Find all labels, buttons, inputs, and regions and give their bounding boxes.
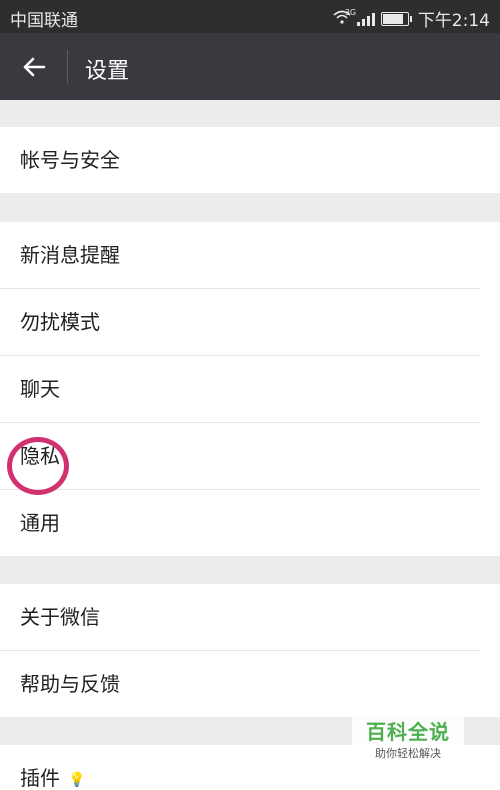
plugins-label: 插件 (20, 766, 60, 790)
back-arrow-icon[interactable] (16, 50, 52, 84)
app-bar: 设置 (0, 33, 500, 100)
page-title: 设置 (85, 59, 130, 84)
settings-item-general[interactable]: 通用 (0, 490, 480, 556)
status-time: 下午2:14 (417, 11, 490, 31)
battery-icon (380, 11, 412, 26)
settings-item-notifications[interactable]: 新消息提醒 (0, 222, 480, 289)
settings-group-account: 帐号与安全 (0, 127, 500, 193)
settings-item-do-not-disturb[interactable]: 勿扰模式 (0, 289, 480, 356)
status-icons: 3G 下午2:14 (333, 6, 490, 31)
settings-item-chats[interactable]: 聊天 (0, 356, 480, 423)
watermark-title: 百科全说 (366, 720, 450, 744)
settings-item-account-security[interactable]: 帐号与安全 (0, 127, 480, 193)
status-bar: 中国联通 3G 下午2:14 (0, 0, 500, 33)
lightbulb-icon: 💡 (68, 771, 86, 788)
watermark-subtitle: 助你轻松解决 (375, 747, 441, 760)
settings-group-main: 新消息提醒 勿扰模式 聊天 隐私 通用 (0, 222, 500, 556)
carrier-name: 中国联通 (10, 11, 78, 31)
settings-item-privacy[interactable]: 隐私 (0, 423, 480, 490)
watermark: 百科全说 助你轻松解决 (352, 714, 464, 763)
battery-fill (382, 13, 403, 24)
cell-signal-icon: 3G (345, 8, 375, 26)
settings-item-about[interactable]: 关于微信 (0, 584, 480, 651)
settings-group-about: 关于微信 帮助与反馈 (0, 584, 500, 717)
app-bar-divider (67, 50, 68, 84)
network-type: 3G (344, 7, 357, 17)
settings-item-help-feedback[interactable]: 帮助与反馈 (0, 651, 480, 717)
